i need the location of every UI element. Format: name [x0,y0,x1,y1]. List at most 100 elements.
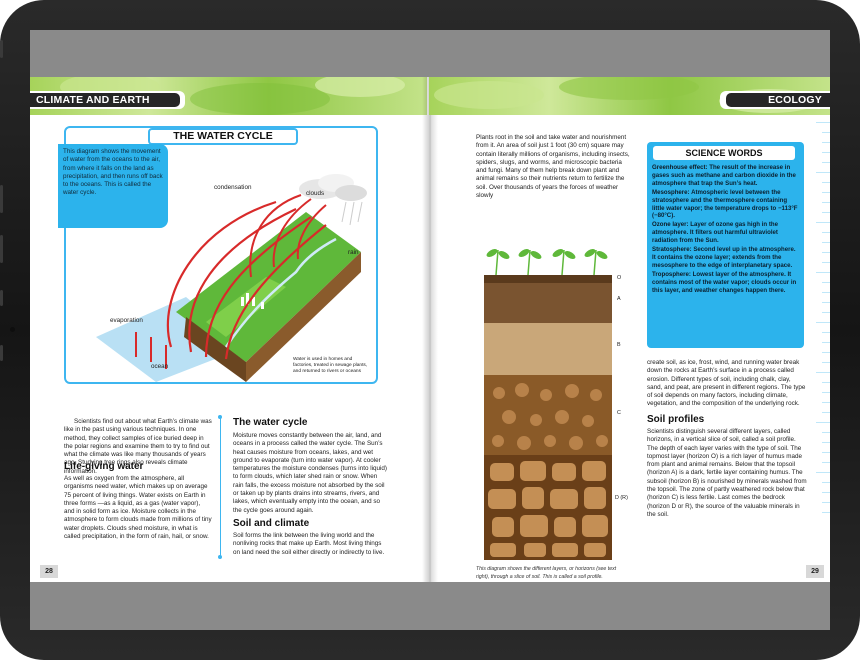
soil-profiles-text: Scientists distinguish several different… [647,428,807,518]
soil-label-c: C [617,410,621,416]
science-words-list: Greenhouse effect: The result of the inc… [652,164,799,296]
plants [486,249,608,276]
label-condensation: condensation [214,184,252,191]
side-button [0,345,3,361]
heading-soil-profiles: Soil profiles [647,414,705,425]
ruler-tick [822,132,830,133]
cloud [335,185,367,201]
label-ocean: ocean [151,363,169,370]
ruler-tick [822,312,830,313]
label-rain: rain [348,249,359,256]
building [241,297,244,306]
ruler-tick [822,282,830,283]
ruler-tick [822,492,830,493]
ruler-tick [822,332,830,333]
science-word-item: Stratosphere: Second level up in the atm… [652,246,799,270]
right-page: ECOLOGY Plants root in the soil and take… [429,77,830,582]
ruler-tick [822,152,830,153]
ruler-tick [822,202,830,203]
tablet-frame: CLIMATE AND EARTH THE WATER CYCLE This d… [0,0,860,660]
ruler-tick [822,442,830,443]
water-cycle-text: Moisture moves constantly between the ai… [233,432,388,514]
horizon-o [484,275,612,283]
heading-water-cycle: The water cycle [233,417,308,428]
ruler-tick [822,412,830,413]
ruler-tick [822,262,830,263]
ruler-tick [822,292,830,293]
ruler-tick [816,372,830,373]
soil-climate-text: Soil forms the link between the living w… [233,532,385,556]
heading-life-giving-water: Life-giving water [64,461,144,472]
page-banner: ECOLOGY [429,77,830,115]
science-word-term: Greenhouse effect: [652,164,710,171]
ruler-tick [816,222,830,223]
volume-up-button [0,185,3,213]
science-word-term: Ozone layer: [652,221,691,229]
ruler-tick [822,212,830,213]
ruler-tick [822,362,830,363]
soil-label-d: D (R) [615,495,628,501]
divider-dot [218,555,222,559]
ruler-tick [822,382,830,383]
ruler-tick [822,432,830,433]
horizon-b [484,323,612,375]
label-water-use: Water is used in homes and factories, tr… [293,357,368,375]
ruler-tick [822,192,830,193]
ruler-tick [816,472,830,473]
science-word-item: Greenhouse effect: The result of the inc… [652,164,799,188]
horizon-a [484,283,612,323]
page-number-right: 29 [806,565,824,578]
science-words-title: SCIENCE WORDS [685,148,763,158]
tablet-button [0,40,3,58]
page-banner: CLIMATE AND EARTH [30,77,427,115]
ruler-tick [822,352,830,353]
science-word-term: Troposphere: [652,270,693,278]
ruler-tick [822,342,830,343]
label-clouds: clouds [306,190,325,197]
water-cycle-title: THE WATER CYCLE [148,128,298,145]
ruler-tick [822,142,830,143]
ruler-tick [822,402,830,403]
ruler-tick [822,512,830,513]
page-number-left: 28 [40,565,58,578]
volume-down-button [0,235,3,263]
column-divider [220,417,221,557]
life-giving-water-text: As well as oxygen from the atmosphere, a… [64,475,212,541]
science-word-term: Mesosphere: [652,188,692,196]
ruler-tick [822,182,830,183]
ruler-tick [822,502,830,503]
soil-profile-diagram [484,249,612,560]
book-spread: CLIMATE AND EARTH THE WATER CYCLE This d… [30,77,830,582]
soil-intro-text: Plants root in the soil and take water a… [476,134,630,200]
ruler-tick [822,482,830,483]
science-words-box: SCIENCE WORDS Greenhouse effect: The res… [647,142,804,348]
science-words-title-bg: SCIENCE WORDS [653,146,795,160]
tablet-screen: CLIMATE AND EARTH THE WATER CYCLE This d… [30,30,830,630]
soil-label-o: O [617,275,622,281]
header-bar: CLIMATE AND EARTH [30,93,180,107]
header-strip: CLIMATE AND EARTH [30,91,185,109]
side-button [0,290,3,306]
section-header: ECOLOGY [768,94,822,106]
water-cycle-diagram [96,174,367,382]
ruler-tick [816,272,830,273]
camera-icon [10,327,15,332]
ruler-tick [822,252,830,253]
science-word-item: Mesosphere: Atmospheric level between th… [652,189,799,221]
left-page: CLIMATE AND EARTH THE WATER CYCLE This d… [30,77,427,582]
ruler-tick [822,392,830,393]
science-word-item: Ozone layer: Layer of ozone gas high in … [652,221,799,245]
ruler-tick [816,422,830,423]
header-strip: ECOLOGY [720,91,830,109]
ruler-tick [822,162,830,163]
building [261,302,264,309]
ruler-tick [822,452,830,453]
ruler-tick [822,232,830,233]
soil-label-b: B [617,342,621,348]
soil-label-a: A [617,296,621,302]
divider-dot [218,415,222,419]
ruler-tick [822,242,830,243]
erosion-text: create soil, as ice, frost, wind, and ru… [647,359,806,408]
header-bar: ECOLOGY [726,93,830,107]
science-word-item: Troposphere: Lowest layer of the atmosph… [652,271,799,295]
